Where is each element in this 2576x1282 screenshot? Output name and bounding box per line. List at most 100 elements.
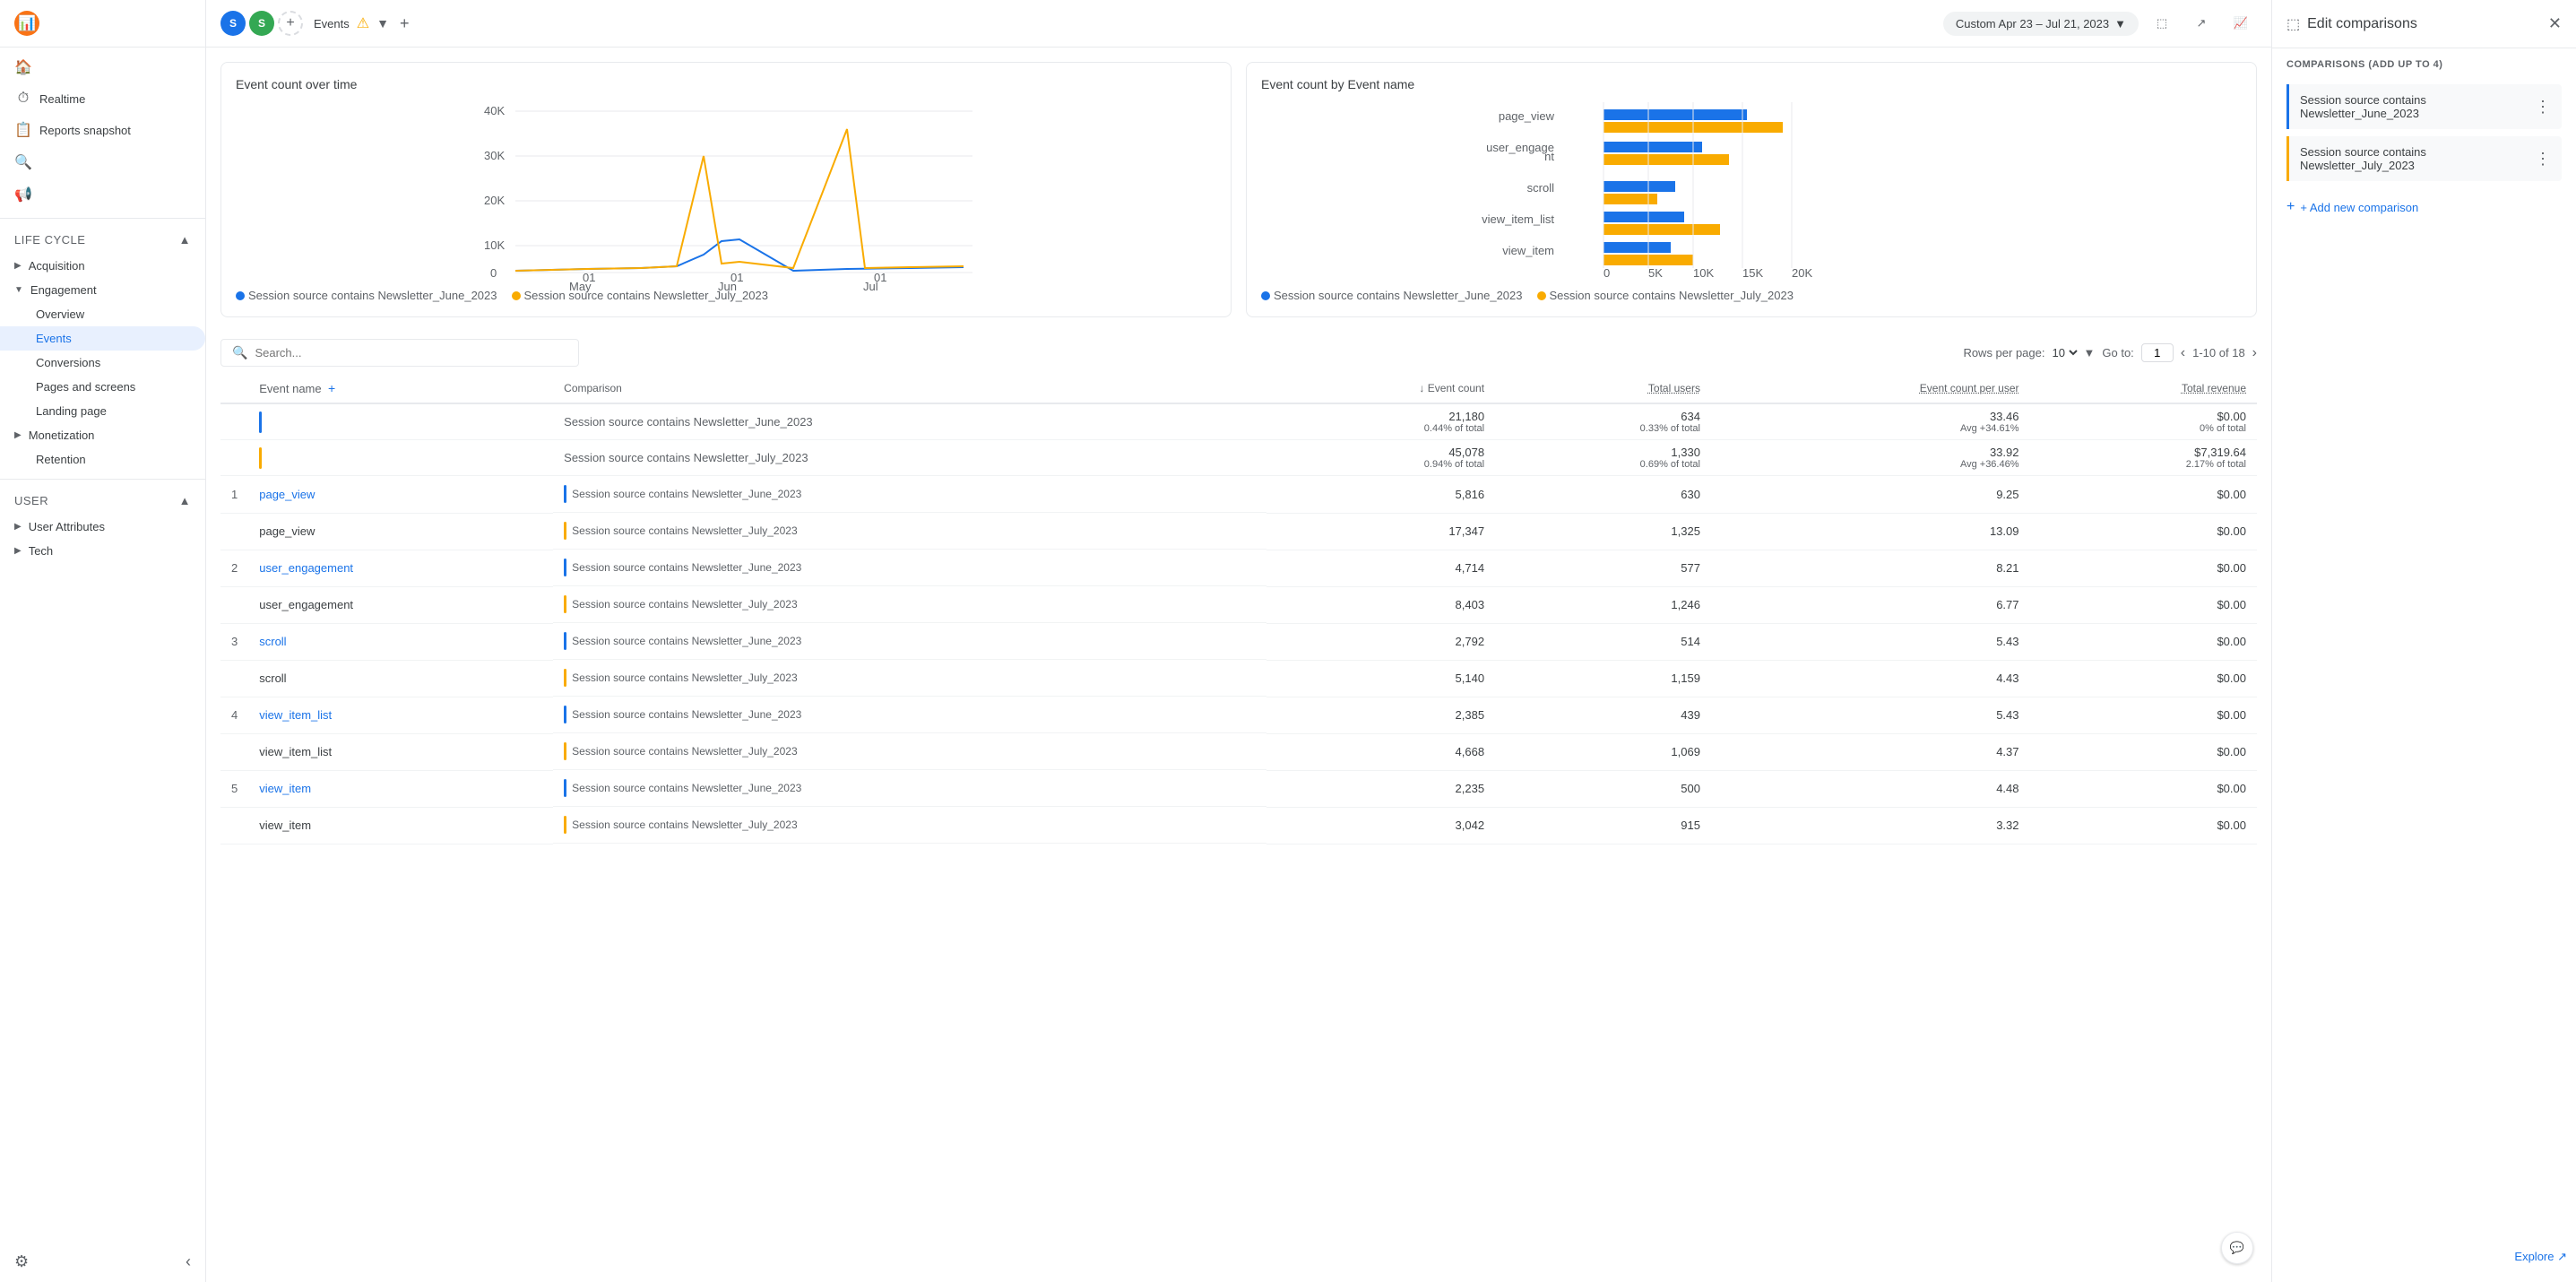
export-button[interactable]: ⬚ (2146, 7, 2178, 39)
lifecycle-group: Life cycle ▲ ▶ Acquisition ▼ Engagement … (0, 222, 205, 475)
event-name-link[interactable]: view_item_list (259, 708, 332, 722)
table-summary-row: Session source contains Newsletter_July_… (220, 440, 2257, 476)
table-row: 4 view_item_list Session source contains… (220, 697, 2257, 733)
event-per-user-cell: 4.37 (1711, 733, 2030, 770)
page-title-text: Events (314, 17, 350, 30)
right-panel: ⬚ Edit comparisons ✕ COMPARISONS (ADD UP… (2271, 0, 2576, 1282)
event-name-cell-secondary: page_view (248, 513, 553, 550)
comparison-cell: Session source contains Newsletter_July_… (553, 660, 1266, 697)
next-page-button[interactable]: › (2252, 345, 2257, 361)
table-row: page_view Session source contains Newsle… (220, 513, 2257, 550)
acquisition-group-header[interactable]: ▶ Acquisition (0, 254, 205, 278)
lifecycle-header[interactable]: Life cycle ▲ (0, 226, 205, 254)
title-dropdown-icon[interactable]: ▼ (376, 16, 389, 30)
insights-icon: 📈 (2234, 16, 2248, 30)
add-new-comparison-button[interactable]: + + Add new comparison (2286, 199, 2562, 215)
chat-button[interactable]: 💬 (2221, 1232, 2253, 1264)
comparison-menu-button[interactable]: ⋮ (2535, 98, 2551, 117)
bar-chart-area: page_view user_engage nt scroll view_ite… (1261, 102, 2242, 282)
sidebar-item-retention[interactable]: Retention (0, 447, 205, 472)
svg-text:scroll: scroll (1527, 181, 1554, 195)
col-header-total-revenue[interactable]: Total revenue (2030, 374, 2258, 403)
rows-per-page-control: Rows per page: 10 25 50 ▼ (1963, 345, 2095, 360)
settings-icon[interactable]: ⚙ (14, 1252, 29, 1271)
nav-item-advertising[interactable]: 📢 (0, 178, 205, 211)
comparison-item: Session source contains Newsletter_July_… (2286, 136, 2562, 181)
col-header-event-per-user[interactable]: Event count per user (1711, 374, 2030, 403)
col-header-total-users[interactable]: Total users (1495, 374, 1711, 403)
event-name-link[interactable]: view_item (259, 782, 311, 795)
nav-item-reports[interactable]: 📋 Reports snapshot (0, 114, 205, 146)
nav-item-explore[interactable]: 🔍 (0, 146, 205, 178)
prev-page-button[interactable]: ‹ (2181, 345, 2185, 361)
charts-row: Event count over time 40K 30K 20K 10K 0 (220, 62, 2257, 317)
engagement-group-header[interactable]: ▼ Engagement (0, 278, 205, 302)
date-range-selector[interactable]: Custom Apr 23 – Jul 21, 2023 ▼ (1943, 12, 2139, 36)
tech-label: Tech (29, 544, 53, 558)
total-revenue-cell: $0.00 (2030, 586, 2258, 623)
bar-chart-svg: page_view user_engage nt scroll view_ite… (1261, 102, 2242, 282)
user-attributes-group-header[interactable]: ▶ User Attributes (0, 515, 205, 539)
rows-per-page-select[interactable]: 10 25 50 (2049, 345, 2080, 360)
bar-legend-july-text: Session source contains Newsletter_July_… (1550, 289, 1794, 302)
event-per-user-cell: 4.43 (1711, 660, 2030, 697)
go-to-label: Go to: (2102, 346, 2133, 359)
user-attributes-expand-icon: ▶ (14, 522, 22, 532)
col-header-event-count[interactable]: ↓ Event count (1266, 374, 1495, 403)
monetization-group-header[interactable]: ▶ Monetization (0, 423, 205, 447)
nav-item-realtime[interactable]: ⏱ Realtime (0, 83, 205, 114)
summary-event-per-user: 33.46 Avg +34.61% (1711, 403, 2030, 440)
total-users-cell: 1,159 (1495, 660, 1711, 697)
acquisition-label: Acquisition (29, 259, 85, 273)
col-header-event-name[interactable]: Event name + (248, 374, 553, 403)
insights-button[interactable]: 📈 (2225, 7, 2257, 39)
bar-legend-item-july: Session source contains Newsletter_July_… (1537, 289, 1794, 302)
sidebar-item-pages[interactable]: Pages and screens (0, 375, 205, 399)
add-column-button[interactable]: + (328, 381, 335, 395)
nav-item-home[interactable]: 🏠 (0, 51, 205, 83)
share-button[interactable]: ↗ (2185, 7, 2217, 39)
realtime-label: Realtime (39, 92, 85, 106)
search-input[interactable] (255, 346, 567, 359)
comparison-menu-button[interactable]: ⋮ (2535, 150, 2551, 169)
add-report-tab-button[interactable]: + (400, 14, 410, 33)
bar-legend-dot-orange (1537, 291, 1546, 300)
total-revenue-cell: $0.00 (2030, 733, 2258, 770)
event-per-user-cell: 8.21 (1711, 550, 2030, 586)
panel-title: Edit comparisons (2307, 16, 2417, 32)
event-name-link[interactable]: user_engagement (259, 561, 353, 575)
svg-text:page_view: page_view (1499, 109, 1555, 123)
retention-label: Retention (36, 453, 86, 466)
event-name-cell: page_view (248, 476, 553, 514)
total-users-cell: 915 (1495, 807, 1711, 844)
legend-dot-blue (236, 291, 245, 300)
event-name-link[interactable]: scroll (259, 635, 286, 648)
engagement-expand-icon: ▼ (14, 285, 23, 295)
tech-group-header[interactable]: ▶ Tech (0, 539, 205, 563)
topbar-actions: Custom Apr 23 – Jul 21, 2023 ▼ ⬚ ↗ 📈 (1943, 7, 2257, 39)
go-to-input[interactable] (2141, 343, 2174, 362)
row-number-empty (220, 807, 248, 844)
user-header[interactable]: User ▲ (0, 487, 205, 515)
sidebar-item-landing[interactable]: Landing page (0, 399, 205, 423)
search-box[interactable]: 🔍 (220, 339, 579, 367)
close-panel-button[interactable]: ✕ (2548, 14, 2562, 33)
explore-button[interactable]: Explore ↗ (2514, 1250, 2567, 1264)
summary-comparison: Session source contains Newsletter_July_… (553, 440, 1266, 476)
svg-text:40K: 40K (484, 104, 505, 117)
summary-event-count: 45,078 0.94% of total (1266, 440, 1495, 476)
rows-select-icon: ▼ (2084, 346, 2096, 359)
sidebar-item-events[interactable]: Events (0, 326, 205, 351)
event-name-cell-secondary: scroll (248, 660, 553, 697)
svg-text:view_item_list: view_item_list (1482, 212, 1554, 226)
svg-text:0: 0 (1604, 266, 1610, 280)
collapse-nav-icon[interactable]: ‹ (186, 1252, 191, 1271)
sidebar-item-overview[interactable]: Overview (0, 302, 205, 326)
nav-bottom: ⚙ ‹ (0, 1242, 205, 1282)
total-revenue-cell: $0.00 (2030, 550, 2258, 586)
table-row: 1 page_view Session source contains News… (220, 476, 2257, 514)
sidebar-item-conversions[interactable]: Conversions (0, 351, 205, 375)
row-number-empty (220, 660, 248, 697)
event-name-link[interactable]: page_view (259, 488, 315, 501)
add-property-button[interactable]: + (278, 11, 303, 36)
